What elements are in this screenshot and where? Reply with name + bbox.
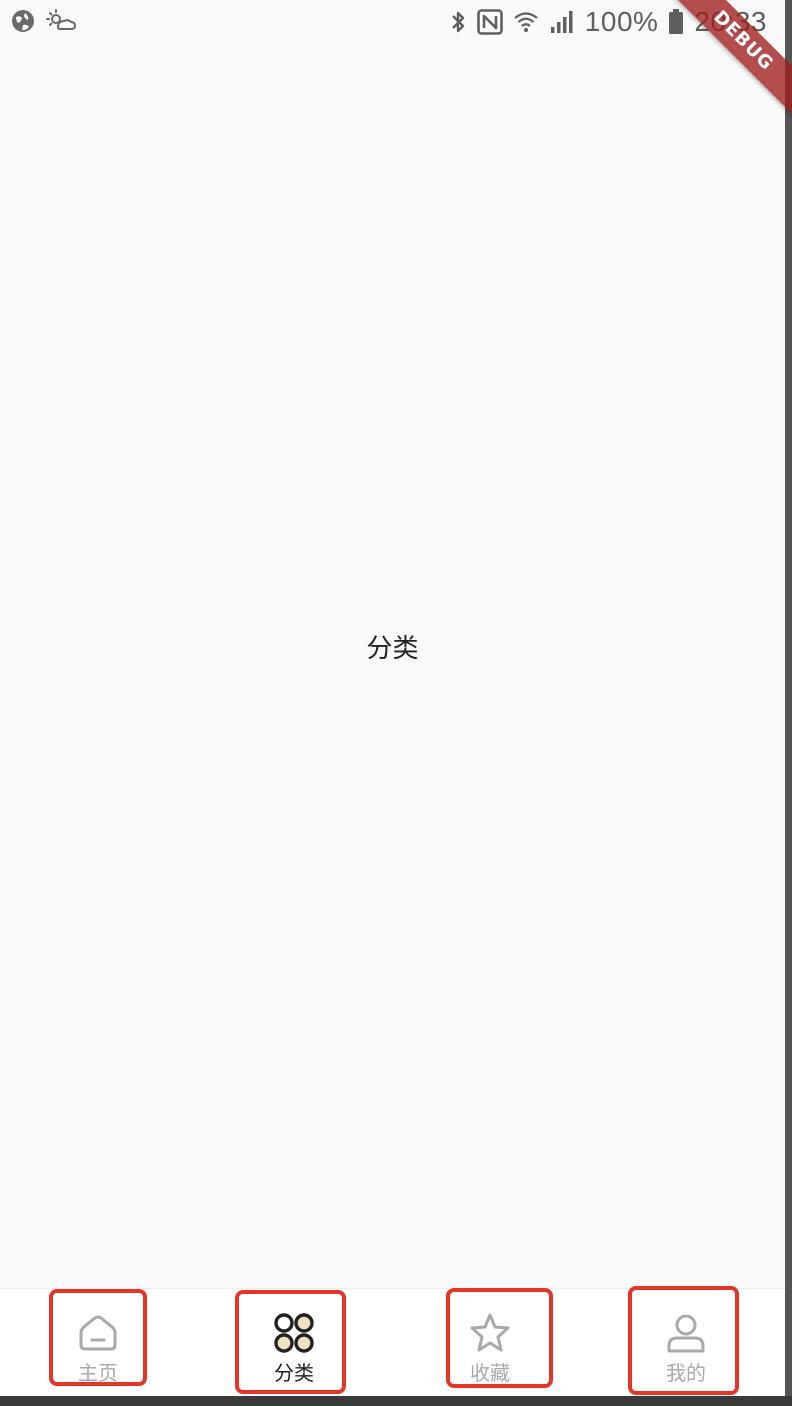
window-bottom-edge bbox=[0, 1396, 792, 1406]
page-center-label: 分类 bbox=[366, 634, 419, 664]
nav-label-category: 分类 bbox=[274, 1361, 314, 1385]
nfc-icon bbox=[476, 9, 503, 35]
globe-icon bbox=[12, 10, 34, 32]
weather-icon bbox=[46, 9, 76, 30]
status-left-icons bbox=[10, 8, 76, 34]
category-icon bbox=[274, 1313, 314, 1353]
wifi-icon bbox=[514, 12, 538, 32]
signal-icon bbox=[550, 11, 573, 33]
nav-item-favorites[interactable]: 收藏 bbox=[392, 1289, 588, 1397]
bottom-navigation-bar: 主页 分类 收藏 我的 bbox=[0, 1288, 785, 1397]
app-screen: 100% 20:33 DEBUG 分类 主页 分 bbox=[0, 0, 792, 1406]
nav-label-profile: 我的 bbox=[666, 1361, 706, 1385]
window-right-edge bbox=[785, 0, 792, 1406]
user-icon bbox=[667, 1314, 705, 1353]
nav-item-category[interactable]: 分类 bbox=[196, 1289, 392, 1397]
home-icon bbox=[79, 1315, 117, 1351]
nav-item-profile[interactable]: 我的 bbox=[588, 1289, 784, 1397]
nav-item-home[interactable]: 主页 bbox=[0, 1289, 196, 1397]
status-bar: 100% 20:33 bbox=[0, 0, 785, 44]
bluetooth-icon bbox=[451, 11, 464, 33]
battery-icon bbox=[669, 9, 684, 34]
star-icon bbox=[470, 1313, 510, 1352]
nav-label-favorites: 收藏 bbox=[470, 1361, 510, 1385]
nav-label-home: 主页 bbox=[78, 1361, 118, 1385]
battery-percent: 100% bbox=[584, 6, 659, 37]
